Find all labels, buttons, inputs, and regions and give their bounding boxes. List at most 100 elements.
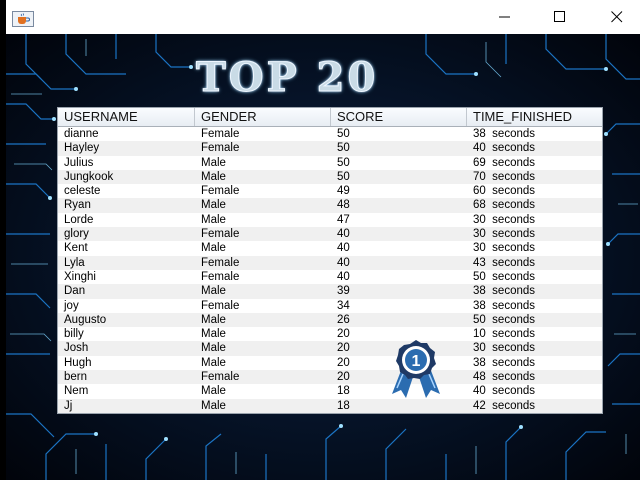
gender-cell[interactable]: Male [195, 156, 331, 170]
score-cell[interactable]: 40 [331, 241, 467, 255]
username-cell[interactable]: billy [58, 327, 195, 341]
gender-cell[interactable]: Male [195, 356, 331, 370]
table-row[interactable]: Kent Male 40 30 seconds [58, 241, 602, 255]
time-finished-cell[interactable]: 50 seconds [467, 313, 602, 327]
table-row[interactable]: Xinghi Female 40 50 seconds [58, 270, 602, 284]
time-finished-cell[interactable]: 60 seconds [467, 184, 602, 198]
time-finished-cell[interactable]: 40 seconds [467, 141, 602, 155]
time-finished-cell[interactable]: 43 seconds [467, 256, 602, 270]
username-cell[interactable]: glory [58, 227, 195, 241]
username-cell[interactable]: joy [58, 299, 195, 313]
time-finished-cell[interactable]: 40 seconds [467, 384, 602, 398]
gender-cell[interactable]: Female [195, 227, 331, 241]
table-row[interactable]: Hugh Male 20 38 seconds [58, 356, 602, 370]
username-cell[interactable]: Lyla [58, 256, 195, 270]
table-row[interactable]: Lorde Male 47 30 seconds [58, 213, 602, 227]
score-cell[interactable]: 26 [331, 313, 467, 327]
gender-cell[interactable]: Female [195, 127, 331, 141]
column-header-gender[interactable]: GENDER [195, 108, 331, 126]
username-cell[interactable]: Hugh [58, 356, 195, 370]
score-cell[interactable]: 34 [331, 299, 467, 313]
time-finished-cell[interactable]: 10 seconds [467, 327, 602, 341]
username-cell[interactable]: Nem [58, 384, 195, 398]
leaderboard-table[interactable]: USERNAME GENDER SCORE TIME_FINISHED dian… [57, 107, 603, 414]
table-row[interactable]: celeste Female 49 60 seconds [58, 184, 602, 198]
score-cell[interactable]: 50 [331, 141, 467, 155]
table-row[interactable]: Augusto Male 26 50 seconds [58, 312, 602, 328]
time-finished-cell[interactable]: 38 seconds [467, 127, 602, 141]
table-row[interactable]: bern Female 20 48 seconds [58, 370, 602, 385]
gender-cell[interactable]: Female [195, 270, 331, 284]
time-finished-cell[interactable]: 48 seconds [467, 370, 602, 384]
time-finished-cell[interactable]: 30 seconds [467, 227, 602, 241]
maximize-button[interactable] [537, 0, 583, 34]
table-row[interactable]: Nem Male 18 40 seconds [58, 384, 602, 398]
time-finished-cell[interactable]: 30 seconds [467, 213, 602, 227]
gender-cell[interactable]: Male [195, 341, 331, 355]
java-coffee-icon[interactable] [12, 11, 34, 27]
gender-cell[interactable]: Male [195, 384, 331, 398]
gender-cell[interactable]: Male [195, 213, 331, 227]
username-cell[interactable]: Jj [58, 399, 195, 413]
time-finished-cell[interactable]: 38 seconds [467, 284, 602, 298]
score-cell[interactable]: 50 [331, 156, 467, 170]
column-header-username[interactable]: USERNAME [58, 108, 195, 126]
table-row[interactable]: joy Female 34 38 seconds [58, 299, 602, 313]
score-cell[interactable]: 50 [331, 127, 467, 141]
username-cell[interactable]: Dan [58, 284, 195, 298]
gender-cell[interactable]: Male [195, 399, 331, 413]
gender-cell[interactable]: Female [195, 141, 331, 155]
username-cell[interactable]: Xinghi [58, 270, 195, 284]
time-finished-cell[interactable]: 42 seconds [467, 399, 602, 413]
username-cell[interactable]: Lorde [58, 213, 195, 227]
close-button[interactable] [594, 0, 640, 34]
username-cell[interactable]: Hayley [58, 141, 195, 155]
score-cell[interactable]: 47 [331, 213, 467, 227]
gender-cell[interactable]: Female [195, 370, 331, 384]
username-cell[interactable]: Ryan [58, 198, 195, 212]
username-cell[interactable]: Josh [58, 341, 195, 355]
username-cell[interactable]: Jungkook [58, 170, 195, 184]
time-finished-cell[interactable]: 30 seconds [467, 241, 602, 255]
time-finished-cell[interactable]: 68 seconds [467, 198, 602, 212]
score-cell[interactable]: 48 [331, 198, 467, 212]
minimize-button[interactable] [482, 0, 528, 34]
score-cell[interactable]: 40 [331, 256, 467, 270]
table-row[interactable]: Julius Male 50 69 seconds [58, 156, 602, 170]
table-row[interactable]: Ryan Male 48 68 seconds [58, 198, 602, 213]
time-finished-cell[interactable]: 50 seconds [467, 270, 602, 284]
score-cell[interactable]: 18 [331, 399, 467, 413]
table-row[interactable]: Josh Male 20 30 seconds [58, 341, 602, 356]
table-row[interactable]: billy Male 20 10 seconds [58, 327, 602, 341]
table-row[interactable]: Lyla Female 40 43 seconds [58, 255, 602, 270]
username-cell[interactable]: dianne [58, 127, 195, 141]
time-finished-cell[interactable]: 70 seconds [467, 170, 602, 184]
gender-cell[interactable]: Male [195, 284, 331, 298]
score-cell[interactable]: 39 [331, 284, 467, 298]
username-cell[interactable]: celeste [58, 184, 195, 198]
time-finished-cell[interactable]: 38 seconds [467, 356, 602, 370]
gender-cell[interactable]: Male [195, 198, 331, 212]
time-finished-cell[interactable]: 69 seconds [467, 156, 602, 170]
score-cell[interactable]: 50 [331, 170, 467, 184]
score-cell[interactable]: 40 [331, 227, 467, 241]
table-row[interactable]: Jj Male 18 42 seconds [58, 398, 602, 413]
username-cell[interactable]: Kent [58, 241, 195, 255]
table-row[interactable]: dianne Female 50 38 seconds [58, 127, 602, 141]
column-header-score[interactable]: SCORE [331, 108, 467, 126]
time-finished-cell[interactable]: 30 seconds [467, 341, 602, 355]
column-header-time-finished[interactable]: TIME_FINISHED [467, 108, 602, 126]
table-row[interactable]: glory Female 40 30 seconds [58, 227, 602, 242]
username-cell[interactable]: Augusto [58, 313, 195, 327]
gender-cell[interactable]: Female [195, 184, 331, 198]
table-row[interactable]: Hayley Female 50 40 seconds [58, 141, 602, 156]
time-finished-cell[interactable]: 38 seconds [467, 299, 602, 313]
gender-cell[interactable]: Male [195, 327, 331, 341]
username-cell[interactable]: bern [58, 370, 195, 384]
gender-cell[interactable]: Female [195, 299, 331, 313]
score-cell[interactable]: 49 [331, 184, 467, 198]
gender-cell[interactable]: Male [195, 170, 331, 184]
score-cell[interactable]: 40 [331, 270, 467, 284]
table-row[interactable]: Jungkook Male 50 70 seconds [58, 169, 602, 185]
gender-cell[interactable]: Female [195, 256, 331, 270]
